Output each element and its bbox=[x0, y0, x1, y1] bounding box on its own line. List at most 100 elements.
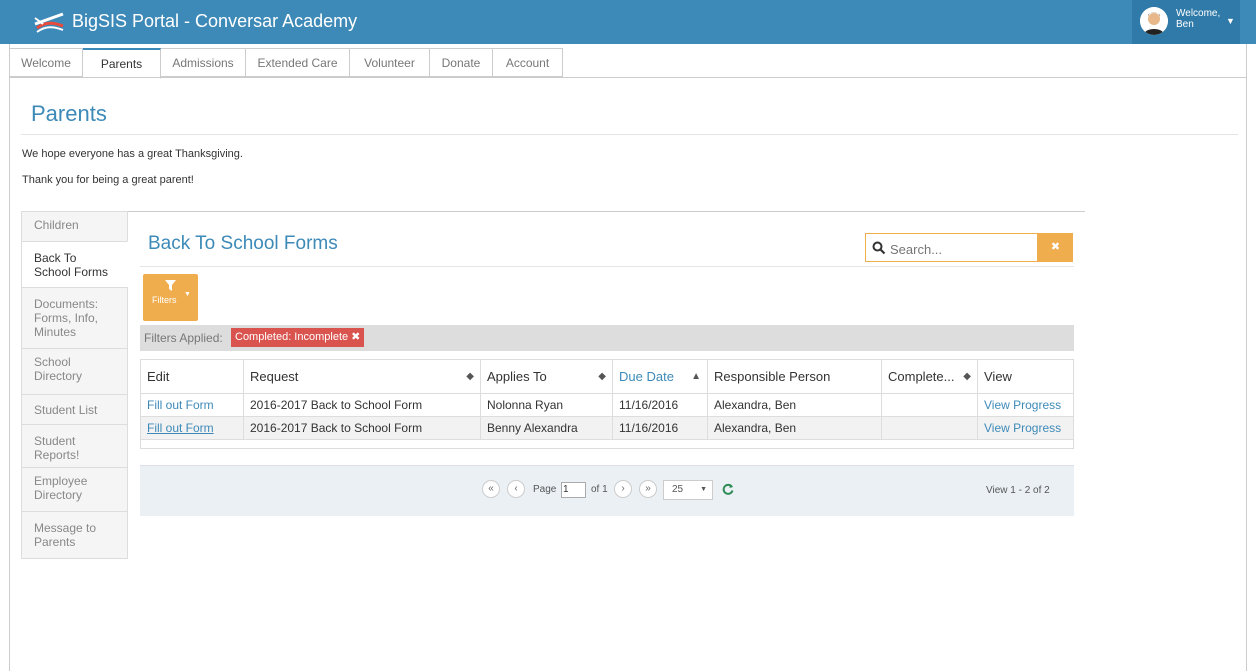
column-header-request[interactable]: Request ◆ bbox=[244, 360, 481, 393]
filters-applied-bar: Filters Applied: Completed: Incomplete ✖ bbox=[140, 325, 1074, 351]
tab-admissions[interactable]: Admissions bbox=[161, 48, 246, 77]
column-header-label: Due Date bbox=[619, 369, 674, 384]
sort-icon[interactable]: ◆ bbox=[466, 360, 474, 393]
tab-welcome[interactable]: Welcome bbox=[9, 48, 83, 77]
tab-extended-care[interactable]: Extended Care bbox=[246, 48, 350, 77]
column-header-label: Edit bbox=[147, 369, 170, 384]
refresh-icon[interactable] bbox=[722, 483, 734, 495]
fill-out-form-link[interactable]: Fill out Form bbox=[147, 398, 214, 412]
column-header-label: View bbox=[984, 369, 1012, 384]
sidebar-item-label: School Forms bbox=[34, 265, 109, 279]
page-count-label: of 1 bbox=[591, 484, 608, 495]
sidebar-item-label: Student bbox=[34, 434, 76, 448]
cell-view: View Progress bbox=[978, 417, 1073, 439]
announcement-message-2: Thank you for being a great parent! bbox=[22, 174, 194, 186]
cell-applies-to: Benny Alexandra bbox=[481, 417, 613, 439]
sidebar-item-label: Parents bbox=[34, 535, 76, 549]
close-icon: ✖ bbox=[1050, 241, 1061, 253]
view-progress-link[interactable]: View Progress bbox=[984, 421, 1061, 435]
sort-icon[interactable]: ◆ bbox=[598, 360, 606, 393]
sort-icon[interactable]: ◆ bbox=[963, 360, 971, 393]
tab-donate[interactable]: Donate bbox=[430, 48, 493, 77]
top-header-bar: BigSIS Portal - Conversar Academy Welcom… bbox=[0, 0, 1256, 44]
sidebar-item-documents[interactable]: Documents: Forms, Info, Minutes bbox=[21, 287, 128, 349]
welcome-text: Welcome, Ben bbox=[1176, 8, 1220, 30]
column-header-view: View bbox=[978, 360, 1073, 393]
column-header-completed[interactable]: Complete... ◆ bbox=[882, 360, 978, 393]
filters-button-label: Filters bbox=[152, 295, 177, 305]
tab-parents[interactable]: Parents bbox=[83, 48, 161, 79]
sidebar-item-label: Student List bbox=[34, 403, 98, 417]
sidebar-item-label: Forms, Info, bbox=[34, 311, 99, 325]
tab-volunteer[interactable]: Volunteer bbox=[350, 48, 430, 77]
sidebar-item-label: Directory bbox=[34, 369, 83, 383]
cell-request: 2016-2017 Back to School Form bbox=[244, 394, 481, 416]
welcome-line: Welcome, bbox=[1176, 8, 1221, 19]
section-title: Back To School Forms bbox=[148, 233, 338, 254]
sidebar-item-message-to-parents[interactable]: Message to Parents bbox=[21, 511, 128, 559]
forms-table: Edit Request ◆ Applies To ◆ Due Date ▲ Resp… bbox=[140, 359, 1074, 449]
cell-completed bbox=[882, 394, 978, 416]
column-header-label: Responsible Person bbox=[714, 369, 831, 384]
search-input[interactable] bbox=[888, 238, 1037, 260]
user-avatar bbox=[1140, 7, 1168, 35]
caret-down-icon[interactable]: ▼ bbox=[1226, 16, 1235, 26]
filters-button[interactable]: Filters ▼ bbox=[143, 274, 198, 321]
remove-filter-icon[interactable]: ✖ bbox=[351, 331, 360, 343]
previous-page-icon[interactable]: ‹ bbox=[507, 480, 525, 498]
page-size-select[interactable]: 25 ▼ bbox=[663, 480, 713, 500]
sidebar-item-label: School bbox=[34, 355, 71, 369]
content-frame bbox=[9, 44, 1247, 671]
table-pager: « ‹ Page 1 of 1 › » 25 ▼ View 1 - 2 of 2 bbox=[140, 465, 1074, 516]
search-clear-button[interactable]: ✖ bbox=[1038, 233, 1073, 262]
search-icon bbox=[872, 241, 886, 255]
record-count: View 1 - 2 of 2 bbox=[986, 485, 1050, 496]
title-divider bbox=[21, 134, 1238, 135]
column-header-applies-to[interactable]: Applies To ◆ bbox=[481, 360, 613, 393]
user-menu[interactable]: Welcome, Ben ▼ bbox=[1132, 0, 1240, 44]
sidebar-item-label: Documents: bbox=[34, 297, 99, 311]
sidebar-item-label: Directory bbox=[34, 488, 83, 502]
sort-ascending-icon[interactable]: ▲ bbox=[691, 360, 701, 393]
announcement-message: We hope everyone has a great Thanksgivin… bbox=[22, 148, 243, 160]
table-row: Fill out Form 2016-2017 Back to School F… bbox=[141, 394, 1073, 417]
page-number-input[interactable]: 1 bbox=[561, 482, 586, 498]
sidebar-item-employee-directory[interactable]: Employee Directory bbox=[21, 467, 128, 512]
avatar-person-icon bbox=[1140, 7, 1168, 35]
cell-request: 2016-2017 Back to School Form bbox=[244, 417, 481, 439]
caret-down-icon: ▼ bbox=[700, 486, 707, 493]
column-header-label: Request bbox=[250, 369, 299, 384]
cell-due-date: 11/16/2016 bbox=[613, 417, 708, 439]
caret-down-icon: ▼ bbox=[184, 291, 191, 298]
page-title: Parents bbox=[31, 101, 107, 126]
sidebar-item-label: Reports! bbox=[34, 448, 80, 462]
cell-edit: Fill out Form bbox=[141, 394, 244, 416]
page-label: Page bbox=[533, 484, 557, 495]
last-page-icon[interactable]: » bbox=[639, 480, 657, 498]
column-header-due-date[interactable]: Due Date ▲ bbox=[613, 360, 708, 393]
filters-applied-label: Filters Applied: bbox=[144, 331, 223, 345]
sidebar-item-children[interactable]: Children bbox=[21, 211, 128, 242]
filter-chip-completed[interactable]: Completed: Incomplete ✖ bbox=[231, 328, 365, 347]
cell-view: View Progress bbox=[978, 394, 1073, 416]
fill-out-form-link[interactable]: Fill out Form bbox=[147, 421, 214, 435]
page-size-value: 25 bbox=[672, 484, 684, 495]
column-header-label: Complete... bbox=[888, 369, 955, 384]
panel-divider bbox=[21, 211, 1085, 212]
table-header-row: Edit Request ◆ Applies To ◆ Due Date ▲ Resp… bbox=[141, 360, 1073, 394]
view-progress-link[interactable]: View Progress bbox=[984, 398, 1061, 412]
sidebar-item-school-directory[interactable]: School Directory bbox=[21, 348, 128, 395]
sidebar-item-student-list[interactable]: Student List bbox=[21, 394, 128, 425]
funnel-icon bbox=[165, 280, 176, 291]
first-page-icon[interactable]: « bbox=[482, 480, 500, 498]
next-page-icon[interactable]: › bbox=[614, 480, 632, 498]
column-header-edit: Edit bbox=[141, 360, 244, 393]
tab-account[interactable]: Account bbox=[493, 48, 563, 77]
column-header-label: Applies To bbox=[487, 369, 547, 384]
sidebar-item-student-reports[interactable]: Student Reports! bbox=[21, 424, 128, 468]
sidebar-item-label: Back To bbox=[34, 251, 77, 265]
tab-divider bbox=[9, 77, 1247, 78]
column-header-responsible-person: Responsible Person bbox=[708, 360, 882, 393]
sidebar-item-back-to-school-forms[interactable]: Back To School Forms bbox=[21, 241, 128, 288]
sidebar-item-label: Children bbox=[34, 218, 79, 232]
